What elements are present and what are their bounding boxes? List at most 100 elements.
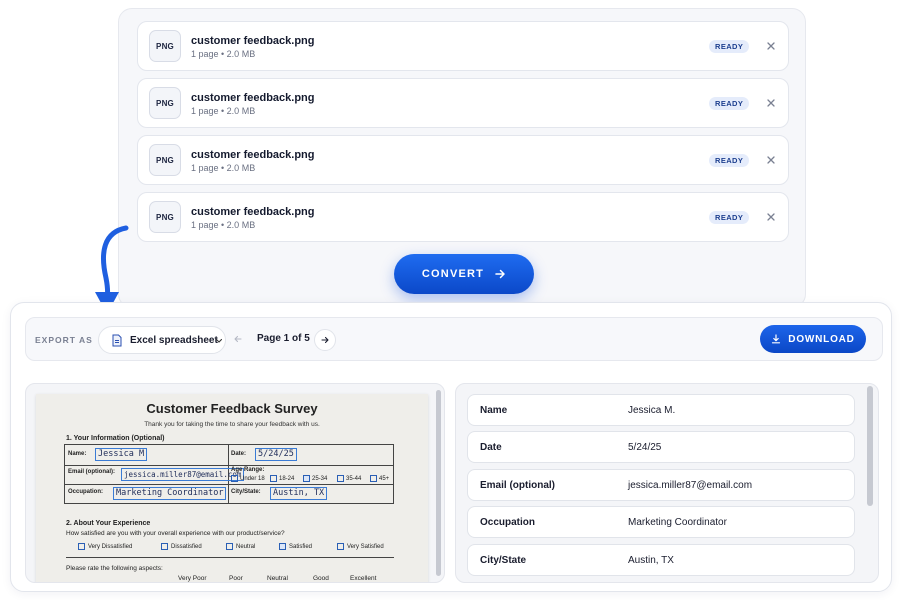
png-file-icon: PNG <box>149 87 181 119</box>
field-label: Occupation <box>480 517 536 528</box>
satisfaction-option: Neutral <box>236 544 256 550</box>
close-icon[interactable] <box>765 154 777 166</box>
age-option: 35-44 <box>346 476 362 482</box>
checkbox <box>337 543 344 550</box>
preview-scrollbar[interactable] <box>436 390 441 576</box>
file-meta: 1 page • 2.0 MB <box>191 163 256 173</box>
city-label: City/State: <box>231 489 261 495</box>
file-row: PNG customer feedback.png 1 page • 2.0 M… <box>137 135 789 185</box>
rating-header: Excellent <box>350 575 377 582</box>
chevron-down-icon <box>215 338 223 343</box>
field-label: Date <box>480 442 502 453</box>
download-icon <box>772 334 781 344</box>
file-row: PNG customer feedback.png 1 page • 2.0 M… <box>137 192 789 242</box>
fields-scrollbar[interactable] <box>867 386 873 506</box>
document-icon <box>112 334 122 347</box>
convert-button[interactable]: CONVERT <box>394 254 534 294</box>
field-label: City/State <box>480 555 527 566</box>
checked-checkbox <box>303 475 310 482</box>
occupation-label: Occupation: <box>68 489 104 495</box>
close-icon[interactable] <box>765 40 777 52</box>
satisfaction-option: Very Satisfied <box>347 544 384 550</box>
checkbox <box>270 475 277 482</box>
rating-header: Poor <box>229 575 243 582</box>
format-value: Excel spreadsheet <box>130 335 218 346</box>
page-indicator: Page 1 of 5 <box>257 333 310 344</box>
form-subtitle: Thank you for taking the time to share y… <box>144 421 320 428</box>
checkbox <box>370 475 377 482</box>
close-icon[interactable] <box>765 97 777 109</box>
field-value: Marketing Coordinator <box>628 517 727 528</box>
checkbox <box>226 543 233 550</box>
next-page-button[interactable] <box>314 329 336 351</box>
png-file-icon: PNG <box>149 30 181 62</box>
stage: PNG customer feedback.png 1 page • 2.0 M… <box>0 0 900 600</box>
status-badge: READY <box>709 40 750 53</box>
form-question: How satisfied are you with your overall … <box>66 530 285 537</box>
rating-header: Good <box>313 575 329 582</box>
status-badge: READY <box>709 211 750 224</box>
checkbox <box>337 475 344 482</box>
png-file-icon: PNG <box>149 144 181 176</box>
age-option: 45+ <box>379 476 390 482</box>
field-label: Name <box>480 405 508 416</box>
png-file-icon: PNG <box>149 201 181 233</box>
grid-line <box>65 465 393 466</box>
file-name: customer feedback.png <box>191 149 315 161</box>
satisfaction-option: Very Dissatisfied <box>88 544 133 550</box>
field-value: 5/24/25 <box>628 442 662 453</box>
checked-checkbox <box>279 543 286 550</box>
close-icon[interactable] <box>765 211 777 223</box>
format-dropdown[interactable]: Excel spreadsheet <box>98 326 226 354</box>
file-row: PNG customer feedback.png 1 page • 2.0 M… <box>137 78 789 128</box>
checkbox <box>231 475 238 482</box>
field-row[interactable]: City/State Austin, TX <box>467 544 855 576</box>
email-handwriting: jessica.miller87@email.com <box>121 468 245 481</box>
file-queue-card: PNG customer feedback.png 1 page • 2.0 M… <box>118 8 806 308</box>
occupation-handwriting: Marketing Coordinator <box>113 487 227 500</box>
file-name: customer feedback.png <box>191 35 315 47</box>
checkbox <box>161 543 168 550</box>
document-preview[interactable]: Customer Feedback Survey Thank you for t… <box>25 383 445 583</box>
arrow-left-icon[interactable] <box>233 333 243 345</box>
age-option: 18-24 <box>279 476 295 482</box>
name-label: Name: <box>68 451 87 457</box>
grid-line <box>65 484 393 485</box>
file-name: customer feedback.png <box>191 206 315 218</box>
satisfaction-option: Dissatisfied <box>171 544 202 550</box>
export-label: EXPORT AS <box>35 335 93 345</box>
file-meta: 1 page • 2.0 MB <box>191 220 256 230</box>
form-title: Customer Feedback Survey <box>146 401 318 416</box>
field-value: jessica.miller87@email.com <box>628 480 753 491</box>
arrow-right-icon <box>495 269 505 279</box>
file-meta: 1 page • 2.0 MB <box>191 49 256 59</box>
satisfaction-option: Satisfied <box>289 544 313 550</box>
form-section-heading: 1. Your Information (Optional) <box>66 435 165 442</box>
checkbox <box>78 543 85 550</box>
email-label: Email (optional): <box>68 469 115 475</box>
field-row[interactable]: Email (optional) jessica.miller87@email.… <box>467 469 855 501</box>
field-value: Jessica M. <box>628 405 676 416</box>
scanned-form: Customer Feedback Survey Thank you for t… <box>36 394 428 582</box>
status-badge: READY <box>709 154 750 167</box>
form-section-heading: 2. About Your Experience <box>66 520 151 527</box>
rating-header: Very Poor <box>178 575 207 582</box>
info-grid: Name: Jessica M Date: 5/24/25 Email (opt… <box>64 444 394 504</box>
field-row[interactable]: Occupation Marketing Coordinator <box>467 506 855 538</box>
file-meta: 1 page • 2.0 MB <box>191 106 256 116</box>
download-label: DOWNLOAD <box>788 333 855 345</box>
field-row[interactable]: Name Jessica M. <box>467 394 855 426</box>
download-button[interactable]: DOWNLOAD <box>760 325 866 353</box>
rate-prompt: Please rate the following aspects: <box>66 565 163 572</box>
date-label: Date: <box>231 451 247 457</box>
date-handwriting: 5/24/25 <box>255 448 297 461</box>
result-panel: EXPORT AS Excel spreadsheet Page 1 of 5 … <box>10 302 892 592</box>
status-badge: READY <box>709 97 750 110</box>
arrow-right-icon <box>321 336 329 344</box>
age-option: 25-34 <box>312 476 328 482</box>
convert-label: CONVERT <box>421 268 485 280</box>
file-name: customer feedback.png <box>191 92 315 104</box>
file-row: PNG customer feedback.png 1 page • 2.0 M… <box>137 21 789 71</box>
rating-header: Neutral <box>267 575 288 582</box>
field-row[interactable]: Date 5/24/25 <box>467 431 855 463</box>
